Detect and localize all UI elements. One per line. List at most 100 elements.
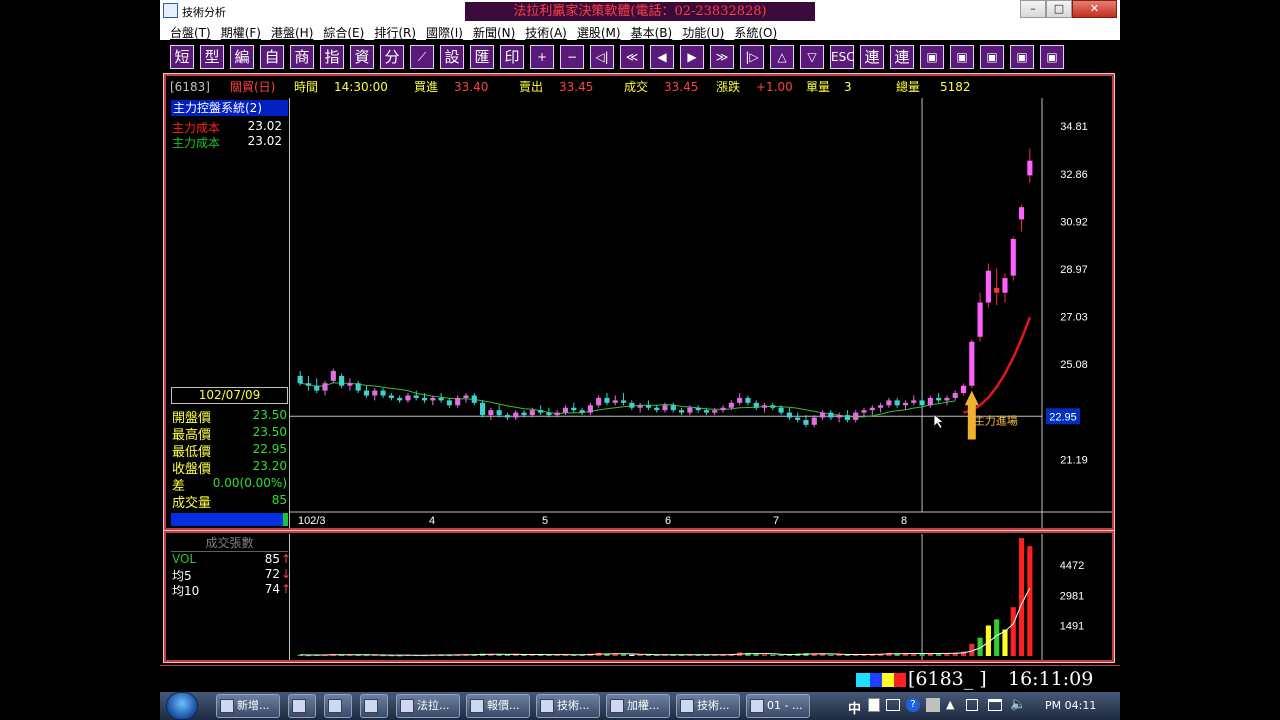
toolbar-button[interactable]: 設 <box>440 45 464 69</box>
tray-expand-icon[interactable]: ▲ <box>946 698 954 711</box>
window-icon[interactable]: ▣ <box>920 45 944 69</box>
price-tick-label: 21.19 <box>1060 454 1088 466</box>
taskbar-item[interactable]: 技術... <box>536 694 600 718</box>
candle-body <box>861 410 867 413</box>
toolbar-button[interactable]: 連 <box>890 45 914 69</box>
toolbar-button[interactable]: 自 <box>260 45 284 69</box>
taskbar-item[interactable]: 01 - ... <box>746 694 810 718</box>
lock-icon[interactable]: ▣ <box>950 45 974 69</box>
volume-icon[interactable]: 🔈 <box>1010 697 1026 712</box>
toolbar-button[interactable]: 商 <box>290 45 314 69</box>
network-icon[interactable] <box>988 699 1002 711</box>
candle-body <box>786 412 792 418</box>
taskbar-item-label: 01 - ... <box>767 699 803 712</box>
keyboard-icon[interactable] <box>886 699 900 711</box>
taskbar-item[interactable] <box>360 694 388 718</box>
toolbar-button[interactable]: + <box>530 45 554 69</box>
chart-draw-icon[interactable]: ⟋ <box>410 45 434 69</box>
status-stock-code[interactable]: [6183_ ] <box>908 668 987 690</box>
candle-body <box>778 407 784 413</box>
time-tick-label: 4 <box>429 515 435 527</box>
taskbar-item[interactable] <box>324 694 352 718</box>
ohlc-date: 102/07/09 <box>171 387 288 404</box>
restore-icon[interactable]: ▣ <box>1040 45 1064 69</box>
toolbar-button[interactable]: ≪ <box>620 45 644 69</box>
taskbar-item[interactable]: 法拉... <box>396 694 460 718</box>
candle-body <box>869 407 875 411</box>
volume-bar <box>753 654 759 656</box>
price-tick-label: 25.08 <box>1060 359 1088 371</box>
ime-indicator[interactable]: 中 <box>848 698 861 717</box>
ime-settings-icon[interactable] <box>926 698 940 712</box>
toolbar-button[interactable]: 短 <box>170 45 194 69</box>
taskbar-item[interactable]: 加權... <box>606 694 670 718</box>
toolbar-button[interactable]: 編 <box>230 45 254 69</box>
toolbar-button[interactable]: 指 <box>320 45 344 69</box>
ohlc-value: 23.50 <box>252 425 287 439</box>
toolbar-button[interactable]: 資 <box>350 45 374 69</box>
toolbar-button[interactable]: ▽ <box>800 45 824 69</box>
help-icon[interactable]: ? <box>906 698 920 712</box>
scroll-indicator[interactable] <box>171 513 288 526</box>
toolbar-button[interactable]: − <box>560 45 584 69</box>
candle-body <box>463 395 469 398</box>
volume-bar <box>819 654 826 656</box>
toolbar-button[interactable]: △ <box>770 45 794 69</box>
volume-bar <box>836 654 842 656</box>
toolbar-button[interactable]: 匯 <box>470 45 494 69</box>
volume-tick-label: 2981 <box>1060 590 1084 602</box>
volume-chart[interactable]: 4472 2981 1491 <box>290 534 1112 660</box>
taskbar-item[interactable]: 技術... <box>676 694 740 718</box>
candle-body <box>438 397 444 401</box>
time-tick-label: 7 <box>773 515 779 527</box>
taskbar-item[interactable]: 報價... <box>466 694 530 718</box>
indicator-value: 23.02 <box>247 119 282 133</box>
tools-icon[interactable]: ▣ <box>980 45 1004 69</box>
volume-legend-value: 72 <box>264 567 280 581</box>
indicator-title[interactable]: 主力控盤系統(2) <box>171 100 288 116</box>
candle-body <box>339 375 345 386</box>
minimize-button[interactable]: – <box>1020 0 1046 18</box>
toolbar-button[interactable]: 型 <box>200 45 224 69</box>
candle-body <box>330 371 336 381</box>
taskbar-item-label: 法拉... <box>417 699 450 712</box>
ime-mode-icon[interactable] <box>868 698 880 712</box>
start-button[interactable] <box>166 692 198 720</box>
maximize-button[interactable]: □ <box>1046 0 1072 18</box>
toolbar-button[interactable]: ▶ <box>680 45 704 69</box>
candle-body <box>504 415 511 418</box>
toolbar-button[interactable]: 印 <box>500 45 524 69</box>
toolbar-button[interactable]: |▷ <box>740 45 764 69</box>
stock-code: [6183] <box>170 80 210 94</box>
candle-body <box>969 341 975 386</box>
candle-body <box>1027 160 1033 176</box>
export-icon[interactable]: ▣ <box>1010 45 1034 69</box>
candle-body <box>571 407 577 411</box>
volume-bar <box>620 654 627 656</box>
candle-body <box>936 397 942 401</box>
toolbar-button[interactable]: 連 <box>860 45 884 69</box>
window-title: 技術分析 <box>182 6 226 19</box>
title-bar[interactable]: 技術分析 法拉利贏家決策軟體(電話：02-23832828) – □ ✕ <box>160 0 1120 22</box>
candle-body <box>538 410 544 413</box>
taskbar-app-icon <box>610 699 624 713</box>
toolbar-button[interactable]: ≫ <box>710 45 734 69</box>
candle-body <box>687 407 693 413</box>
deal-label: 成交 <box>624 80 649 94</box>
toolbar-button[interactable]: ESC <box>830 45 855 69</box>
candle-body <box>645 405 651 408</box>
single-volume-label: 單量 <box>806 80 831 94</box>
action-center-icon[interactable] <box>966 699 978 711</box>
taskbar-item[interactable] <box>288 694 316 718</box>
close-button[interactable]: ✕ <box>1072 0 1117 18</box>
toolbar-button[interactable]: ◁| <box>590 45 614 69</box>
candle-body <box>355 383 361 391</box>
toolbar-button[interactable]: ◀ <box>650 45 674 69</box>
price-chart[interactable]: 34.81 32.86 30.92 28.97 27.03 25.08 21.19 22.95… <box>290 98 1112 528</box>
candle-body <box>372 390 378 396</box>
taskbar-item[interactable]: 新增... <box>216 694 280 718</box>
ohlc-value: 22.95 <box>252 442 287 456</box>
cursor-price-label: 22.95 <box>1049 411 1077 423</box>
toolbar-button[interactable]: 分 <box>380 45 404 69</box>
tray-clock[interactable]: PM 04:11 <box>1045 699 1096 712</box>
